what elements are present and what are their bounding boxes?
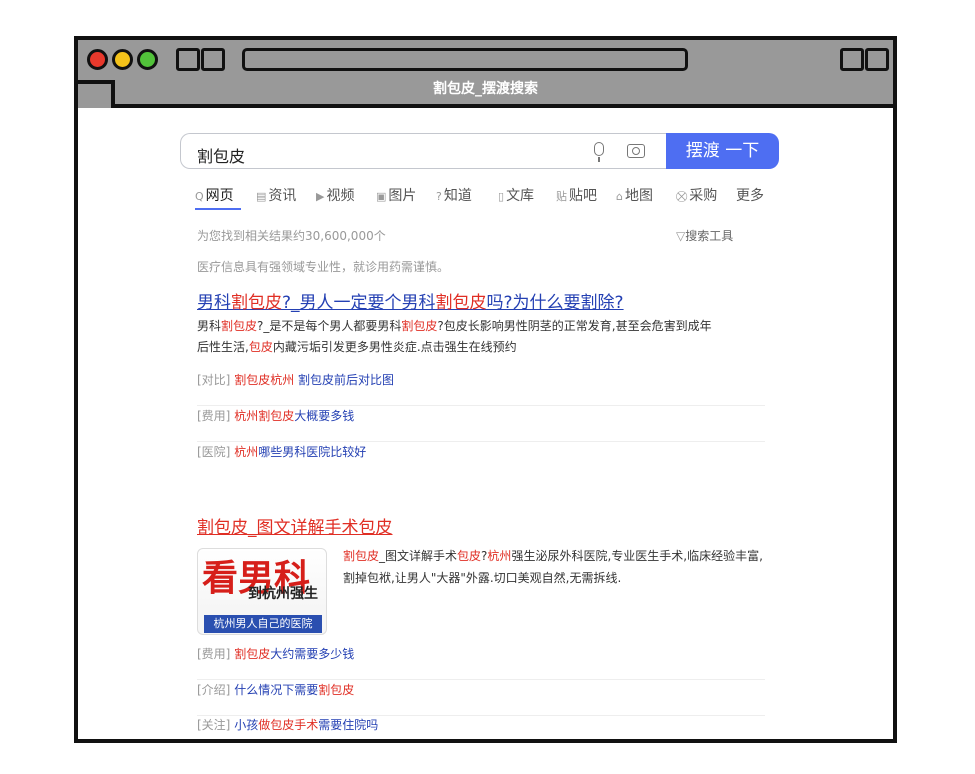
tab-search[interactable]: Q 网页 (195, 185, 234, 205)
active-tab-indicator (195, 208, 241, 210)
result-title[interactable]: 男科割包皮?_男人一定要个男科割包皮吗?为什么要割除? (197, 288, 624, 313)
minimize-window-button[interactable] (112, 49, 133, 70)
tab-more[interactable]: 更多 (736, 185, 764, 205)
map-icon: ⌂ (616, 190, 623, 203)
medical-notice: 医疗信息具有强领域专业性，就诊用药需谨慎。 (197, 260, 450, 274)
video-icon: ▶ (316, 190, 325, 203)
filter-icon: ▽ (676, 229, 686, 243)
browser-window: 割包皮_摆渡搜索 割包皮 摆渡 一下 Q 网页 ▤ 资讯 ▶ 视频 ▣ 图片? 知道 ▯ 文库贴贴吧… (74, 36, 897, 743)
tab-label: 资讯 (268, 188, 297, 204)
question-icon: ? (436, 190, 442, 203)
search-tools-button[interactable]: ▽搜索工具 (676, 227, 733, 244)
search-query: 割包皮 (197, 147, 246, 166)
search-input[interactable]: 割包皮 (180, 133, 666, 169)
tab-label: 网页 (205, 188, 234, 204)
tab-label: 知道 (443, 188, 472, 204)
news-icon: ▤ (256, 190, 267, 203)
forward-button[interactable] (201, 48, 225, 71)
tieba-icon: 贴 (556, 190, 567, 203)
close-window-button[interactable] (87, 49, 108, 70)
search-button[interactable]: 摆渡 一下 (666, 133, 779, 169)
search-icon: Q (195, 190, 204, 203)
sidebar-toggle[interactable] (78, 80, 115, 108)
image-icon: ▣ (376, 190, 387, 203)
tab-map[interactable]: ⌂ 地图 (616, 185, 653, 205)
result-sublink[interactable]: [费用] 杭州割包皮大概要多钱 (197, 406, 765, 442)
tab-question[interactable]: ? 知道 (436, 185, 472, 205)
tab-tieba[interactable]: 贴贴吧 (556, 185, 597, 205)
tab-news[interactable]: ▤ 资讯 (256, 185, 296, 205)
camera-icon[interactable] (627, 144, 645, 158)
result-sublink[interactable]: [对比] 割包皮杭州 割包皮前后对比图 (197, 370, 765, 406)
result-snippet: 割包皮_图文详解手术包皮?杭州强生泌尿外科医院,专业医生手术,临床经验丰富,割掉… (343, 549, 763, 585)
result-sublink[interactable]: [医院] 杭州哪些男科医院比较好 (197, 442, 765, 477)
result-sublink[interactable]: [介绍] 什么情况下需要割包皮 (197, 680, 765, 716)
results-count: 为您找到相关结果约30,600,000个 (197, 229, 386, 243)
maximize-window-button[interactable] (137, 49, 158, 70)
tab-label: 图片 (388, 188, 417, 204)
page-content: 割包皮 摆渡 一下 Q 网页 ▤ 资讯 ▶ 视频 ▣ 图片? 知道 ▯ 文库贴贴吧 ⌂ 地图 ⛒ 采购 更多 … (78, 108, 893, 739)
tab-label: 更多 (736, 188, 764, 204)
result-snippet: 男科割包皮?_是不是每个男人都要男科割包皮?包皮长影响男性阴茎的正常发育,甚至会… (197, 319, 712, 354)
result-sublink[interactable]: [关注] 小孩做包皮手术需要住院吗 (197, 715, 765, 750)
tab-image[interactable]: ▣ 图片 (376, 185, 416, 205)
shop-icon: ⛒ (676, 190, 688, 203)
window-title: 割包皮_摆渡搜索 (433, 81, 538, 97)
tab-overview-button[interactable] (840, 48, 864, 71)
microphone-icon[interactable] (594, 142, 604, 162)
tab-video[interactable]: ▶ 视频 (316, 185, 354, 205)
doc-icon: ▯ (498, 190, 505, 203)
back-button[interactable] (176, 48, 200, 71)
tab-label: 视频 (326, 188, 355, 204)
address-bar[interactable] (242, 48, 688, 71)
tab-shop[interactable]: ⛒ 采购 (676, 185, 717, 205)
result-sublink[interactable]: [费用] 割包皮大约需要多少钱 (197, 644, 765, 680)
result-thumbnail[interactable]: 看男科 到杭州强生 杭州男人自己的医院 (197, 548, 327, 635)
result-title[interactable]: 割包皮_图文详解手术包皮 (197, 513, 393, 538)
tab-label: 地图 (624, 188, 653, 204)
title-bar: 割包皮_摆渡搜索 (78, 40, 893, 108)
tab-doc[interactable]: ▯ 文库 (498, 185, 534, 205)
new-tab-button[interactable] (865, 48, 889, 71)
tab-label: 贴吧 (569, 188, 597, 204)
tab-label: 采购 (689, 188, 718, 204)
tab-label: 文库 (506, 188, 535, 204)
